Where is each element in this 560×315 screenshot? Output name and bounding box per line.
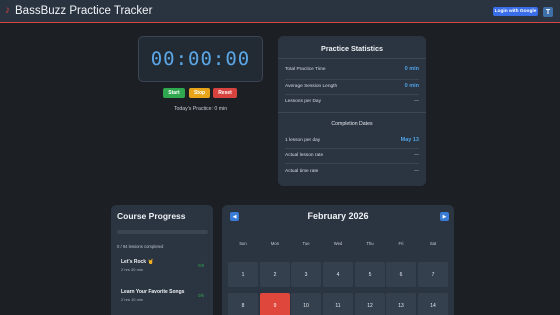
timer-card: 00:00:00: [138, 36, 263, 82]
stat-label: 1 lesson per day: [285, 137, 321, 143]
calendar-day[interactable]: 7: [418, 262, 448, 287]
completion-dates-title: Completion Dates: [331, 121, 373, 127]
weekday-label: Thu: [366, 241, 374, 246]
stat-row-one-lesson: 1 lesson per day May 13: [285, 137, 419, 143]
calendar-day[interactable]: 13: [386, 293, 416, 315]
practice-statistics-card: Practice Statistics Total Practice Time …: [278, 36, 426, 186]
weekday-label: Mon: [270, 241, 280, 246]
reset-button[interactable]: Reset: [213, 88, 237, 98]
weekday-label: Tue: [302, 241, 310, 246]
next-month-button[interactable]: ▶: [440, 212, 449, 221]
course-item-duration: 2 hrs 10 min: [121, 297, 144, 302]
stat-label: Actual time rate: [285, 168, 319, 174]
course-progress-title: Course Progress: [117, 211, 186, 221]
calendar-day-today[interactable]: 9: [260, 293, 290, 315]
stat-value: —: [414, 152, 419, 158]
stat-label: Total Practice Time: [285, 66, 326, 72]
divider: [285, 94, 419, 95]
course-progress-card: Course Progress 0 / 94 lessons completed…: [111, 205, 213, 315]
divider: [278, 58, 426, 59]
stat-value: May 13: [400, 137, 419, 143]
calendar-day[interactable]: 2: [260, 262, 290, 287]
calendar-day[interactable]: 8: [228, 293, 258, 315]
calendar-month-title: February 2026: [307, 211, 369, 221]
theme-toggle-button[interactable]: T: [543, 7, 553, 17]
stat-value: —: [414, 98, 419, 104]
course-progress-bar: [117, 230, 208, 234]
stat-row-lessons: Lessons per Day —: [285, 98, 419, 104]
guitar-icon: ♪: [5, 5, 10, 16]
calendar-day[interactable]: 14: [418, 293, 448, 315]
stat-row-actual-time: Actual time rate —: [285, 168, 419, 174]
todays-practice-text: Today's Practice: 0 min: [173, 106, 228, 112]
weekday-label: Wed: [333, 241, 343, 246]
course-item-count: 0/6: [198, 293, 204, 298]
stat-label: Actual lesson rate: [285, 152, 324, 158]
calendar-day[interactable]: 5: [355, 262, 385, 287]
stat-row-actual-lesson: Actual lesson rate —: [285, 152, 419, 158]
start-button[interactable]: Start: [163, 88, 185, 98]
app-header: ♪ BassBuzz Practice Tracker Login with G…: [0, 0, 560, 23]
app-title: BassBuzz Practice Tracker: [15, 5, 153, 17]
calendar-day[interactable]: 6: [386, 262, 416, 287]
divider: [285, 148, 419, 149]
timer-display: 00:00:00: [150, 48, 251, 70]
weekday-label: Fri: [398, 241, 404, 246]
stat-value: 0 min: [404, 66, 419, 72]
calendar-card: ◀ February 2026 ▶ Sun Mon Tue Wed Thu Fri Sat 1…: [222, 205, 454, 315]
stop-button[interactable]: Stop: [189, 88, 210, 98]
calendar-day[interactable]: 12: [355, 293, 385, 315]
calendar-day[interactable]: 11: [323, 293, 353, 315]
course-item-duration: 2 hrs 30 min: [121, 267, 144, 272]
calendar-day[interactable]: 4: [323, 262, 353, 287]
weekday-label: Sat: [429, 241, 437, 246]
course-item-name: Let's Rock 🤘: [121, 259, 154, 265]
stats-title: Practice Statistics: [321, 44, 383, 53]
stat-row-total: Total Practice Time 0 min: [285, 66, 419, 72]
weekday-label: Sun: [239, 241, 247, 246]
calendar-day[interactable]: 3: [291, 262, 321, 287]
calendar-day[interactable]: 10: [291, 293, 321, 315]
course-item[interactable]: Learn Your Favorite Songs 2 hrs 10 min 0…: [117, 287, 208, 309]
divider: [285, 79, 419, 80]
stat-label: Average Session Length: [285, 83, 338, 89]
course-item-count: 0/9: [198, 263, 204, 268]
course-item-name: Learn Your Favorite Songs: [121, 289, 185, 295]
divider: [278, 112, 426, 113]
divider: [285, 163, 419, 164]
lessons-completed-text: 0 / 94 lessons completed: [117, 244, 164, 249]
stat-label: Lessons per Day: [285, 98, 321, 104]
login-with-google-button[interactable]: Login with Google: [493, 7, 538, 16]
calendar-day[interactable]: 1: [228, 262, 258, 287]
stat-value: —: [414, 168, 419, 174]
stat-value: 0 min: [404, 83, 419, 89]
course-item[interactable]: Let's Rock 🤘 2 hrs 30 min 0/9: [117, 257, 208, 279]
stat-row-average: Average Session Length 0 min: [285, 83, 419, 89]
